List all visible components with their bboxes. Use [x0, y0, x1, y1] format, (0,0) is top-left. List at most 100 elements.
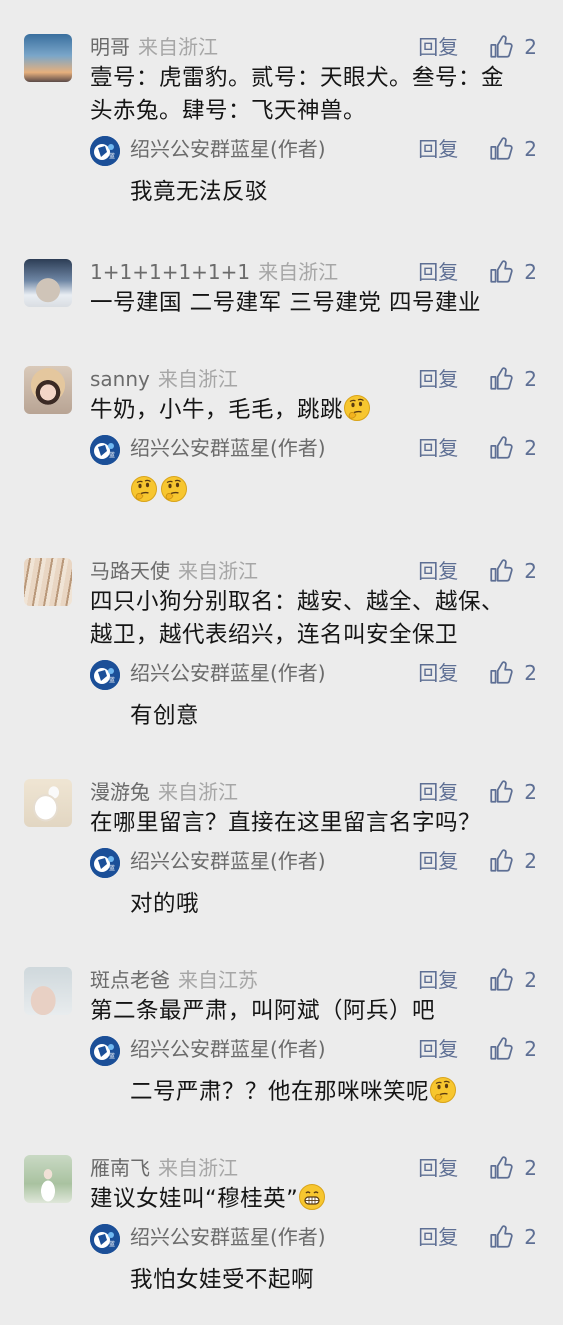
comment-text: 牛奶，小牛，毛毛，跳跳: [90, 397, 344, 423]
like-count: 2: [524, 1037, 537, 1061]
avatar[interactable]: [24, 259, 72, 307]
like-button[interactable]: 2: [488, 34, 537, 60]
author-avatar[interactable]: [90, 136, 120, 166]
thumbs-up-icon: [488, 660, 514, 686]
commenter-location: 来自浙江: [258, 260, 339, 284]
commenter-name[interactable]: 漫游兔: [90, 780, 150, 804]
like-button[interactable]: 2: [488, 259, 537, 285]
author-reply: 绍兴公安群蓝星(作者) 回复 2 对的哦: [0, 840, 563, 921]
like-count: 2: [524, 559, 537, 583]
comment-actions: 回复 2: [418, 779, 537, 805]
like-button[interactable]: 2: [488, 366, 537, 392]
thumbs-up-icon: [488, 136, 514, 162]
grinning-emoji: [298, 1183, 326, 1211]
commenter-name[interactable]: 斑点老爸: [90, 968, 170, 992]
reply-button[interactable]: 回复: [418, 34, 488, 60]
like-button[interactable]: 2: [488, 1155, 537, 1181]
like-button[interactable]: 2: [488, 1036, 537, 1062]
author-avatar[interactable]: [90, 848, 120, 878]
author-name[interactable]: 绍兴公安群蓝星: [130, 436, 270, 460]
reply-actions: 回复 2: [418, 1036, 537, 1062]
avatar[interactable]: [24, 366, 72, 414]
like-button[interactable]: 2: [488, 1224, 537, 1250]
comment-actions: 回复 2: [418, 967, 537, 993]
comment-item: 明哥 来自浙江 回复 2 壹号：虎雷豹。贰号：天眼犬。叁号：金头赤兔。肆号：飞天神…: [0, 0, 563, 209]
reply-button[interactable]: 回复: [418, 259, 488, 285]
thumbs-up-icon: [488, 34, 514, 60]
like-button[interactable]: 2: [488, 558, 537, 584]
author-reply: 绍兴公安群蓝星(作者) 回复 2 我怕女娃受不起啊: [0, 1216, 563, 1297]
reply-button[interactable]: 回复: [418, 1224, 488, 1250]
commenter-name[interactable]: 1+1+1+1+1+1: [90, 260, 250, 284]
commenter-name[interactable]: sanny: [90, 367, 150, 391]
thinking-emoji: [429, 1076, 457, 1104]
author-name[interactable]: 绍兴公安群蓝星: [130, 1037, 270, 1061]
like-button[interactable]: 2: [488, 848, 537, 874]
author-tag: (作者): [270, 137, 326, 161]
comment-item: 雁南飞 来自浙江 回复 2 建议女娃叫“穆桂英” 绍兴公安群蓝星(作者) 回复 2: [0, 1109, 563, 1297]
author-avatar[interactable]: [90, 1036, 120, 1066]
comment-item: sanny 来自浙江 回复 2 牛奶，小牛，毛毛，跳跳 绍兴公安群蓝星(作者) 回…: [0, 320, 563, 508]
comment-item: 漫游兔 来自浙江 回复 2 在哪里留言？直接在这里留言名字吗？ 绍兴公安群蓝星(作…: [0, 733, 563, 921]
author-reply: 绍兴公安群蓝星(作者) 回复 2 二号严肃？？他在那咪咪笑呢: [0, 1028, 563, 1109]
like-count: 2: [524, 849, 537, 873]
commenter-name[interactable]: 明哥: [90, 35, 130, 59]
avatar[interactable]: [24, 967, 72, 1015]
avatar[interactable]: [24, 34, 72, 82]
comment-actions: 回复 2: [418, 259, 537, 285]
reply-actions: 回复 2: [418, 136, 537, 162]
comment-actions: 回复 2: [418, 1155, 537, 1181]
like-button[interactable]: 2: [488, 779, 537, 805]
like-button[interactable]: 2: [488, 660, 537, 686]
thumbs-up-icon: [488, 848, 514, 874]
commenter-location: 来自浙江: [157, 367, 238, 391]
thinking-emoji: [343, 394, 371, 422]
thumbs-up-icon: [488, 967, 514, 993]
like-count: 2: [524, 780, 537, 804]
author-name[interactable]: 绍兴公安群蓝星: [130, 137, 270, 161]
like-button[interactable]: 2: [488, 435, 537, 461]
author-avatar[interactable]: [90, 660, 120, 690]
reply-button[interactable]: 回复: [418, 779, 488, 805]
police-logo-icon: [90, 848, 120, 878]
like-button[interactable]: 2: [488, 967, 537, 993]
author-name[interactable]: 绍兴公安群蓝星: [130, 661, 270, 685]
comment-actions: 回复 2: [418, 34, 537, 60]
reply-button[interactable]: 回复: [418, 136, 488, 162]
police-logo-icon: [90, 1224, 120, 1254]
reply-button[interactable]: 回复: [418, 660, 488, 686]
author-tag: (作者): [270, 1225, 326, 1249]
commenter-name[interactable]: 马路天使: [90, 559, 170, 583]
commenter-name[interactable]: 雁南飞: [90, 1156, 150, 1180]
thumbs-up-icon: [488, 1155, 514, 1181]
author-avatar[interactable]: [90, 1224, 120, 1254]
reply-button[interactable]: 回复: [418, 558, 488, 584]
reply-button[interactable]: 回复: [418, 848, 488, 874]
comment-list: 明哥 来自浙江 回复 2 壹号：虎雷豹。贰号：天眼犬。叁号：金头赤兔。肆号：飞天神…: [0, 0, 563, 1297]
author-tag: (作者): [270, 436, 326, 460]
avatar[interactable]: [24, 779, 72, 827]
reply-button[interactable]: 回复: [418, 366, 488, 392]
reply-actions: 回复 2: [418, 435, 537, 461]
like-button[interactable]: 2: [488, 136, 537, 162]
commenter-location: 来自浙江: [158, 780, 238, 804]
thumbs-up-icon: [488, 1224, 514, 1250]
commenter-location: 来自浙江: [138, 35, 218, 59]
reply-button[interactable]: 回复: [418, 1155, 488, 1181]
avatar[interactable]: [24, 1155, 72, 1203]
reply-button[interactable]: 回复: [418, 1036, 488, 1062]
thumbs-up-icon: [488, 259, 514, 285]
like-count: 2: [524, 35, 537, 59]
author-name[interactable]: 绍兴公安群蓝星: [130, 1225, 270, 1249]
reply-button[interactable]: 回复: [418, 967, 488, 993]
thumbs-up-icon: [488, 366, 514, 392]
comment-item: 1+1+1+1+1+1 来自浙江 回复 2 一号建国 二号建军 三号建党 四号建业: [0, 209, 563, 320]
reply-button[interactable]: 回复: [418, 435, 488, 461]
like-count: 2: [524, 661, 537, 685]
comment-item: 马路天使 来自浙江 回复 2 四只小狗分别取名：越安、越全、越保、越卫，越代表绍兴…: [0, 508, 563, 733]
author-avatar[interactable]: [90, 435, 120, 465]
reply-actions: 回复 2: [418, 848, 537, 874]
avatar[interactable]: [24, 558, 72, 606]
author-name[interactable]: 绍兴公安群蓝星: [130, 849, 270, 873]
comment-text: 建议女娃叫“穆桂英”: [90, 1186, 299, 1212]
